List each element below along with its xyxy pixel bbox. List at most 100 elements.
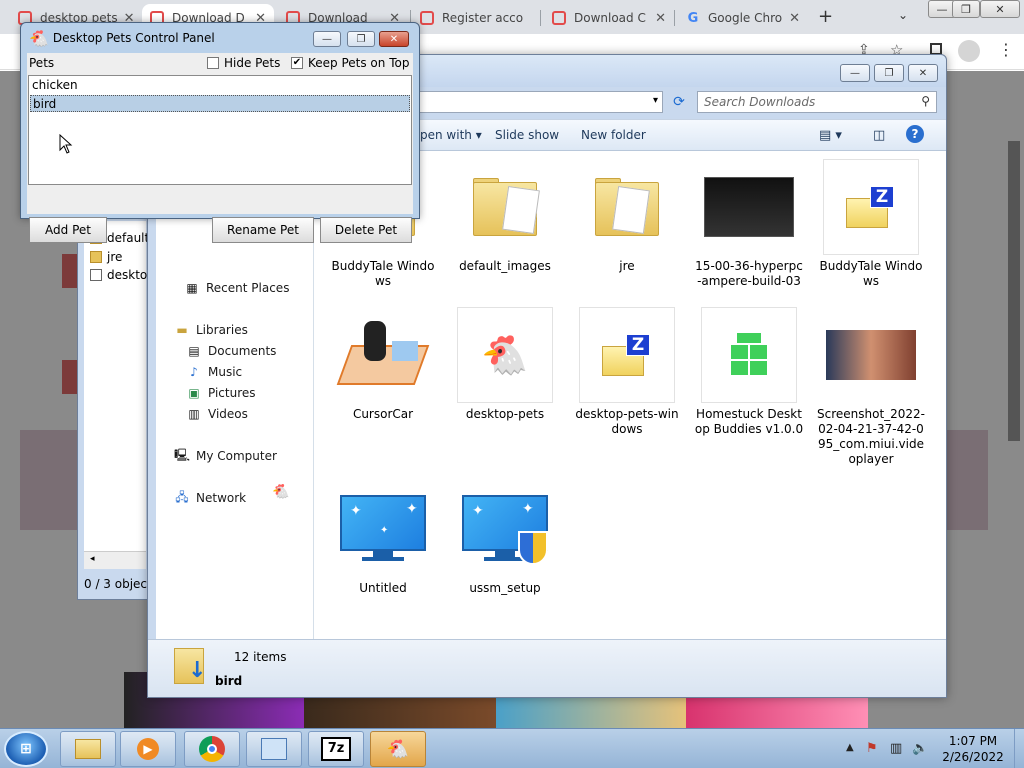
show-desktop-button[interactable]: [1014, 729, 1024, 768]
file-icon: [90, 269, 102, 281]
nav-libraries[interactable]: ▬ Libraries: [174, 323, 248, 337]
computer-icon: 🖳: [174, 447, 191, 462]
tab-register-account[interactable]: Register acco: [412, 4, 538, 32]
refresh-icon[interactable]: ⟳: [668, 91, 690, 113]
tab-download-c[interactable]: Download C ✕: [544, 4, 674, 32]
close-icon[interactable]: ✕: [783, 11, 800, 26]
file-item[interactable]: Z BuddyTale Windows: [816, 159, 926, 289]
file-item[interactable]: 🐔 desktop-pets: [450, 307, 560, 422]
folder-icon: [457, 159, 553, 255]
clock[interactable]: 1:07 PM 2/26/2022: [930, 733, 1016, 765]
list-item[interactable]: desktop: [90, 268, 155, 282]
libraries-icon: ▬: [176, 323, 188, 337]
folder-icon: [579, 159, 675, 255]
file-item[interactable]: jre: [572, 159, 682, 274]
add-pet-button[interactable]: Add Pet: [29, 217, 107, 243]
show-hidden-icons-button[interactable]: ▲: [846, 742, 854, 753]
list-item-selected[interactable]: bird: [30, 95, 410, 112]
documents-icon: ▤: [188, 344, 200, 358]
file-item[interactable]: Screenshot_2022-02-04-21-37-42-095_com.m…: [816, 307, 926, 467]
new-tab-button[interactable]: +: [818, 6, 833, 27]
clock-date: 2/26/2022: [942, 750, 1004, 764]
open-with-button[interactable]: pen with ▾: [420, 128, 482, 142]
keep-pets-on-top-checkbox[interactable]: ✔ Keep Pets on Top: [291, 56, 409, 70]
browser-restore-button[interactable]: ❐: [952, 0, 980, 18]
tab-favicon-icon: [420, 11, 434, 25]
close-icon[interactable]: ✕: [649, 11, 666, 26]
file-item[interactable]: default_images: [450, 159, 560, 274]
horizontal-scrollbar[interactable]: ◂: [84, 551, 146, 569]
chicken-pet-sprite[interactable]: 🐔: [272, 484, 289, 500]
desktop-pets-control-panel: 🐔 Desktop Pets Control Panel — ❐ ✕ Pets …: [20, 22, 420, 243]
page-scrollbar[interactable]: [1008, 141, 1020, 441]
new-folder-button[interactable]: New folder: [581, 128, 646, 142]
tab-favicon-icon: [552, 11, 566, 25]
nav-network[interactable]: 🖧 Network: [174, 489, 246, 506]
close-button[interactable]: ✕: [379, 31, 409, 47]
help-icon[interactable]: ?: [906, 125, 924, 143]
network-icon: 🖧: [175, 489, 189, 504]
nav-videos[interactable]: ▥ Videos: [186, 407, 248, 421]
hide-pets-checkbox[interactable]: Hide Pets: [207, 56, 280, 70]
menu-kebab-icon[interactable]: ⋮: [998, 40, 1014, 59]
action-center-icon[interactable]: ⚑: [866, 741, 878, 756]
image-thumbnail: [823, 307, 919, 403]
pets-list[interactable]: chicken bird: [28, 75, 412, 185]
slideshow-button[interactable]: Slide show: [495, 128, 559, 142]
nav-pictures[interactable]: ▣ Pictures: [186, 386, 255, 400]
list-item[interactable]: jre: [90, 250, 122, 264]
taskbar: ⊞ ▶ 7z 🐔 ▲ ⚑ ▥ 🔈 1:07 PM 2/26/2022: [0, 728, 1024, 768]
nav-documents[interactable]: ▤ Documents: [186, 344, 276, 358]
scroll-left-icon[interactable]: ◂: [90, 554, 95, 564]
view-options-icon[interactable]: ▤ ▾: [819, 128, 842, 143]
network-tray-icon[interactable]: ▥: [890, 741, 902, 756]
recent-places-icon: ▦: [186, 281, 198, 295]
control-panel-taskbar-icon[interactable]: [246, 731, 302, 767]
7zip-taskbar-icon[interactable]: 7z: [308, 731, 364, 767]
image-thumbnail: [701, 159, 797, 255]
rename-pet-button[interactable]: Rename Pet: [212, 217, 314, 243]
file-item[interactable]: 15-00-36-hyperpc-ampere-build-03: [694, 159, 804, 289]
file-item[interactable]: ✦ ✦ ✦ Untitled: [328, 481, 438, 596]
minimize-button[interactable]: —: [840, 64, 870, 82]
file-item[interactable]: Z desktop-pets-windows: [572, 307, 682, 437]
minimize-button[interactable]: —: [313, 31, 341, 47]
search-icon[interactable]: ⚲: [921, 94, 930, 108]
file-item[interactable]: CursorCar: [328, 307, 438, 422]
desktop-pets-taskbar-icon[interactable]: 🐔: [370, 731, 426, 767]
tab-search-button[interactable]: ⌄: [898, 8, 908, 22]
details-pane: 12 items: [148, 639, 946, 697]
file-item[interactable]: Homestuck Desktop Buddies v1.0.0: [694, 307, 804, 437]
file-list: default_ jre desktop: [84, 221, 155, 569]
list-item[interactable]: chicken: [30, 77, 410, 94]
preview-pane-icon[interactable]: ◫: [873, 128, 885, 143]
tab-google-chrome[interactable]: G Google Chro ✕: [678, 4, 808, 32]
address-dropdown-icon[interactable]: ▾: [653, 95, 658, 106]
pictures-icon: ▣: [188, 386, 200, 400]
start-button[interactable]: ⊞: [4, 731, 48, 767]
vertical-scrollbar[interactable]: [939, 151, 946, 639]
volume-icon[interactable]: 🔈: [912, 741, 928, 756]
file-item[interactable]: ✦ ✦ ussm_setup: [450, 481, 560, 596]
item-count: 12 items: [234, 650, 287, 664]
explorer-taskbar-icon[interactable]: [60, 731, 116, 767]
chicken-app-icon: 🐔: [457, 307, 553, 403]
window-titlebar[interactable]: 🐔 Desktop Pets Control Panel — ❐ ✕: [21, 23, 419, 53]
delete-pet-button[interactable]: Delete Pet: [320, 217, 412, 243]
search-input[interactable]: Search Downloads ⚲: [697, 91, 937, 113]
pets-label: Pets: [29, 56, 55, 70]
maximize-button[interactable]: ❐: [874, 64, 904, 82]
close-button[interactable]: ✕: [908, 64, 938, 82]
panel-body: Pets Hide Pets ✔ Keep Pets on Top chicke…: [27, 53, 413, 243]
homestuck-app-icon: [701, 307, 797, 403]
browser-close-button[interactable]: ✕: [980, 0, 1020, 18]
maximize-button[interactable]: ❐: [347, 31, 375, 47]
nav-my-computer[interactable]: 🖳 My Computer: [174, 447, 277, 464]
profile-avatar[interactable]: [958, 40, 980, 62]
media-player-taskbar-icon[interactable]: ▶: [120, 731, 176, 767]
chrome-taskbar-icon[interactable]: [184, 731, 240, 767]
nav-recent-places[interactable]: ▦ Recent Places: [184, 281, 289, 295]
address-bar[interactable]: ▾: [418, 91, 663, 113]
google-logo-icon: G: [687, 10, 699, 26]
nav-music[interactable]: ♪ Music: [186, 365, 242, 379]
